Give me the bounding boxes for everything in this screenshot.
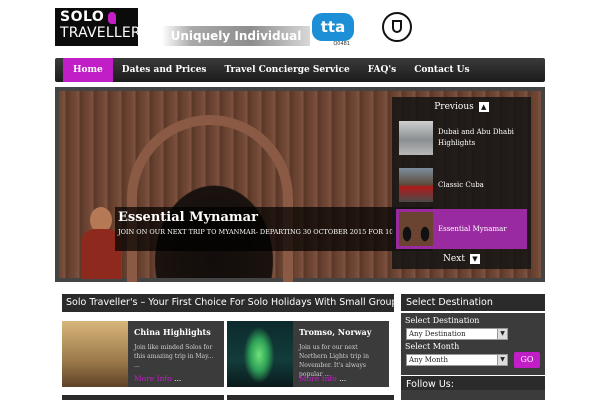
chevron-down-icon: ▼ [469,253,480,264]
thumbnail-myanmar[interactable]: Essential Mynamar [396,209,527,249]
tta-badge: tta Q0481 [312,13,356,47]
trip-card-text: Join like minded Solos for this amazing … [134,344,214,369]
trip-card-row-2-edge [227,395,394,400]
more-info-label: More Info [299,374,337,383]
nav-home[interactable]: Home [63,58,113,82]
nav-contact-us[interactable]: Contact Us [405,58,478,82]
thumbnail-image [399,168,433,202]
nav-travel-concierge[interactable]: Travel Concierge Service [216,58,359,82]
slide-arch [127,115,293,282]
next-label: Next [443,254,465,264]
select-destination-heading: Select Destination [401,294,545,311]
logo-line-1: SOLO [60,10,133,25]
site-logo[interactable]: SOLO TRAVELLERS [55,8,150,46]
more-info-dots: ... [174,374,182,383]
nav-dates-and-prices[interactable]: Dates and Prices [113,58,216,82]
shield-icon [392,20,402,33]
more-info-link[interactable]: More Info ... [134,374,181,383]
month-label: Select Month [405,342,460,351]
trip-card-image [227,321,293,387]
destination-label: Select Destination [405,316,480,325]
thumbnail-image [399,212,433,246]
slide-caption-text: JOIN ON OUR NEXT TRIP TO MYANMAR- DEPART… [118,228,414,236]
trip-card-row-2-edge [62,395,224,400]
slide-caption-title: Essential Mynamar [118,210,258,225]
logo-text-travellers: TRAVELLERS [60,25,150,41]
more-info-dots: ... [339,374,347,383]
protected-badge-icon [382,12,412,42]
thumbnail-label: Dubai and Abu Dhabi Highlights [438,128,514,147]
page: SOLO TRAVELLERS Uniquely Individual tta … [0,0,600,400]
tta-logo: tta [312,13,354,41]
go-button[interactable]: GO [514,352,540,368]
tta-number: Q0481 [333,41,350,47]
thumbnail-label: Classic Cuba [438,180,484,189]
trip-card-title[interactable]: China Highlights [134,327,211,337]
dropdown-arrow-icon: ▼ [497,329,507,339]
social-icons-panel [401,390,545,400]
thumbnail-label: Essential Mynamar [438,224,507,233]
chevron-up-icon: ▲ [478,101,489,112]
logo-text-solo: SOLO [60,9,105,25]
month-value: Any Month [409,356,448,364]
dropdown-arrow-icon: ▼ [497,355,507,365]
previous-button[interactable]: Previous ▲ [392,97,531,117]
thumbnail-dubai[interactable]: Dubai and Abu Dhabi Highlights [396,118,527,158]
trip-card-image [62,321,128,387]
more-info-link[interactable]: More Info ... [299,374,346,383]
thumbnail-cuba[interactable]: Classic Cuba [396,165,527,205]
previous-label: Previous [434,102,474,112]
nav-faqs[interactable]: FAQ's [359,58,406,82]
month-select[interactable]: Any Month ▼ [406,354,508,366]
trip-card-tromso[interactable]: Tromso, Norway Join us for our next Nort… [227,321,389,387]
thumbnail-image [399,121,433,155]
tagline: Uniquely Individual [162,26,310,46]
main-nav: Home Dates and Prices Travel Concierge S… [55,58,545,82]
more-info-label: More Info [134,374,172,383]
slide-caption[interactable]: Essential Mynamar JOIN ON OUR NEXT TRIP … [115,207,433,251]
next-button[interactable]: Next ▼ [392,249,531,269]
slider-thumbnails: Previous ▲ Dubai and Abu Dhabi Highlights… [392,97,531,269]
trip-card-title[interactable]: Tromso, Norway [299,327,371,337]
destination-value: Any Destination [409,330,466,338]
trip-card-china[interactable]: China Highlights Join like minded Solos … [62,321,224,387]
main-heading: Solo Traveller's – Your First Choice For… [62,294,394,312]
footprint-icon [108,11,117,24]
destination-select[interactable]: Any Destination ▼ [406,328,508,340]
